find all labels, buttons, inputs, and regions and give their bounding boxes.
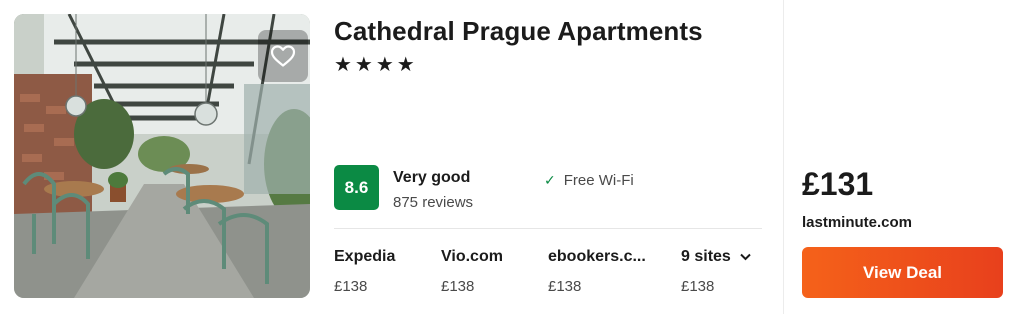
best-price: £131: [802, 166, 874, 202]
check-icon: ✓: [544, 172, 556, 188]
star-rating: ★★★★: [334, 54, 418, 76]
provider-option-vio[interactable]: Vio.com £138: [441, 248, 551, 295]
provider-name: ebookers.c...: [548, 248, 646, 265]
divider: [334, 228, 762, 229]
more-sites-dropdown[interactable]: 9 sites £138: [681, 248, 761, 295]
provider-price: £138: [334, 278, 368, 295]
chevron-down-icon: [740, 250, 751, 264]
hotel-name[interactable]: Cathedral Prague Apartments: [334, 16, 703, 47]
provider-price: £138: [548, 278, 582, 295]
column-divider: [783, 0, 784, 314]
provider-name: Expedia: [334, 248, 396, 265]
review-count[interactable]: 875 reviews: [393, 194, 473, 211]
heart-outline-icon: [270, 45, 296, 67]
amenity-label: Free Wi-Fi: [563, 172, 634, 189]
rating-score-badge: 8.6: [334, 165, 379, 210]
hotel-result-card: Cathedral Prague Apartments ★★★★ 8.6 Ver…: [0, 0, 1024, 314]
more-sites-label: 9 sites: [681, 248, 731, 265]
amenity-item: ✓ Free Wi-Fi: [544, 172, 634, 189]
provider-price: £138: [681, 278, 715, 295]
provider-option-expedia[interactable]: Expedia £138: [334, 248, 444, 295]
hotel-photo[interactable]: [14, 14, 310, 298]
provider-price: £138: [441, 278, 475, 295]
favorite-button[interactable]: [258, 30, 308, 82]
provider-name: Vio.com: [441, 248, 503, 265]
provider-option-ebookers[interactable]: ebookers.c... £138: [548, 248, 658, 295]
rating-label: Very good: [393, 169, 471, 186]
more-sites-label-row: 9 sites: [681, 248, 761, 266]
best-price-site: lastminute.com: [802, 214, 913, 231]
view-deal-button[interactable]: View Deal: [802, 247, 1003, 298]
